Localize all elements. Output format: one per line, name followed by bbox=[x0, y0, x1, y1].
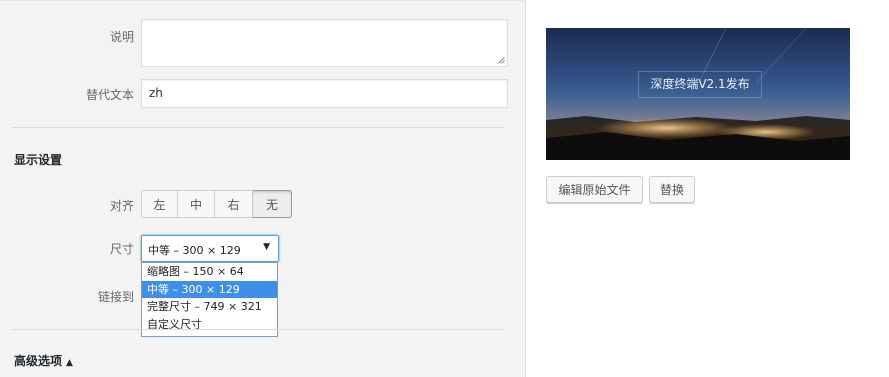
dropdown-arrow-icon: ▼ bbox=[263, 242, 270, 252]
size-label: 尺寸 bbox=[109, 242, 134, 256]
alt-text-input[interactable]: zh bbox=[141, 79, 508, 108]
align-left-button[interactable]: 左 bbox=[141, 190, 178, 218]
preview-overlay-text: 深度终端V2.1发布 bbox=[638, 71, 762, 98]
align-right-button[interactable]: 右 bbox=[215, 190, 253, 218]
advanced-options-toggle[interactable]: 高级选项 ▲ bbox=[14, 352, 73, 369]
advanced-options-label: 高级选项 bbox=[14, 354, 63, 368]
align-label: 对齐 bbox=[109, 199, 134, 213]
size-select-value: 中等 – 300 × 129 bbox=[148, 244, 241, 257]
link-to-label: 链接到 bbox=[97, 290, 134, 304]
divider bbox=[12, 329, 504, 330]
caption-textarea[interactable] bbox=[141, 19, 508, 67]
align-none-button[interactable]: 无 bbox=[253, 190, 292, 218]
divider bbox=[12, 127, 504, 128]
size-select[interactable]: 中等 – 300 × 129 ▼ bbox=[141, 235, 279, 262]
display-settings-heading: 显示设置 bbox=[14, 153, 63, 167]
image-preview: 深度终端V2.1发布 bbox=[546, 28, 850, 160]
alt-text-label: 替代文本 bbox=[85, 88, 134, 102]
triangle-up-icon: ▲ bbox=[66, 358, 73, 368]
size-option-full[interactable]: 完整尺寸 – 749 × 321 bbox=[142, 298, 277, 316]
size-option-thumbnail[interactable]: 缩略图 – 150 × 64 bbox=[142, 263, 277, 281]
caption-label: 说明 bbox=[109, 30, 134, 44]
size-option-medium[interactable]: 中等 – 300 × 129 bbox=[142, 280, 277, 298]
replace-button[interactable]: 替换 bbox=[649, 176, 695, 203]
size-dropdown-list: 缩略图 – 150 × 64 中等 – 300 × 129 完整尺寸 – 749… bbox=[141, 262, 278, 337]
align-center-button[interactable]: 中 bbox=[178, 190, 215, 218]
size-option-custom[interactable]: 自定义尺寸 bbox=[142, 316, 277, 334]
align-button-group: 左 中 右 无 bbox=[141, 190, 292, 218]
edit-original-button[interactable]: 编辑原始文件 bbox=[546, 176, 643, 203]
resize-grip-icon[interactable] bbox=[498, 57, 505, 64]
